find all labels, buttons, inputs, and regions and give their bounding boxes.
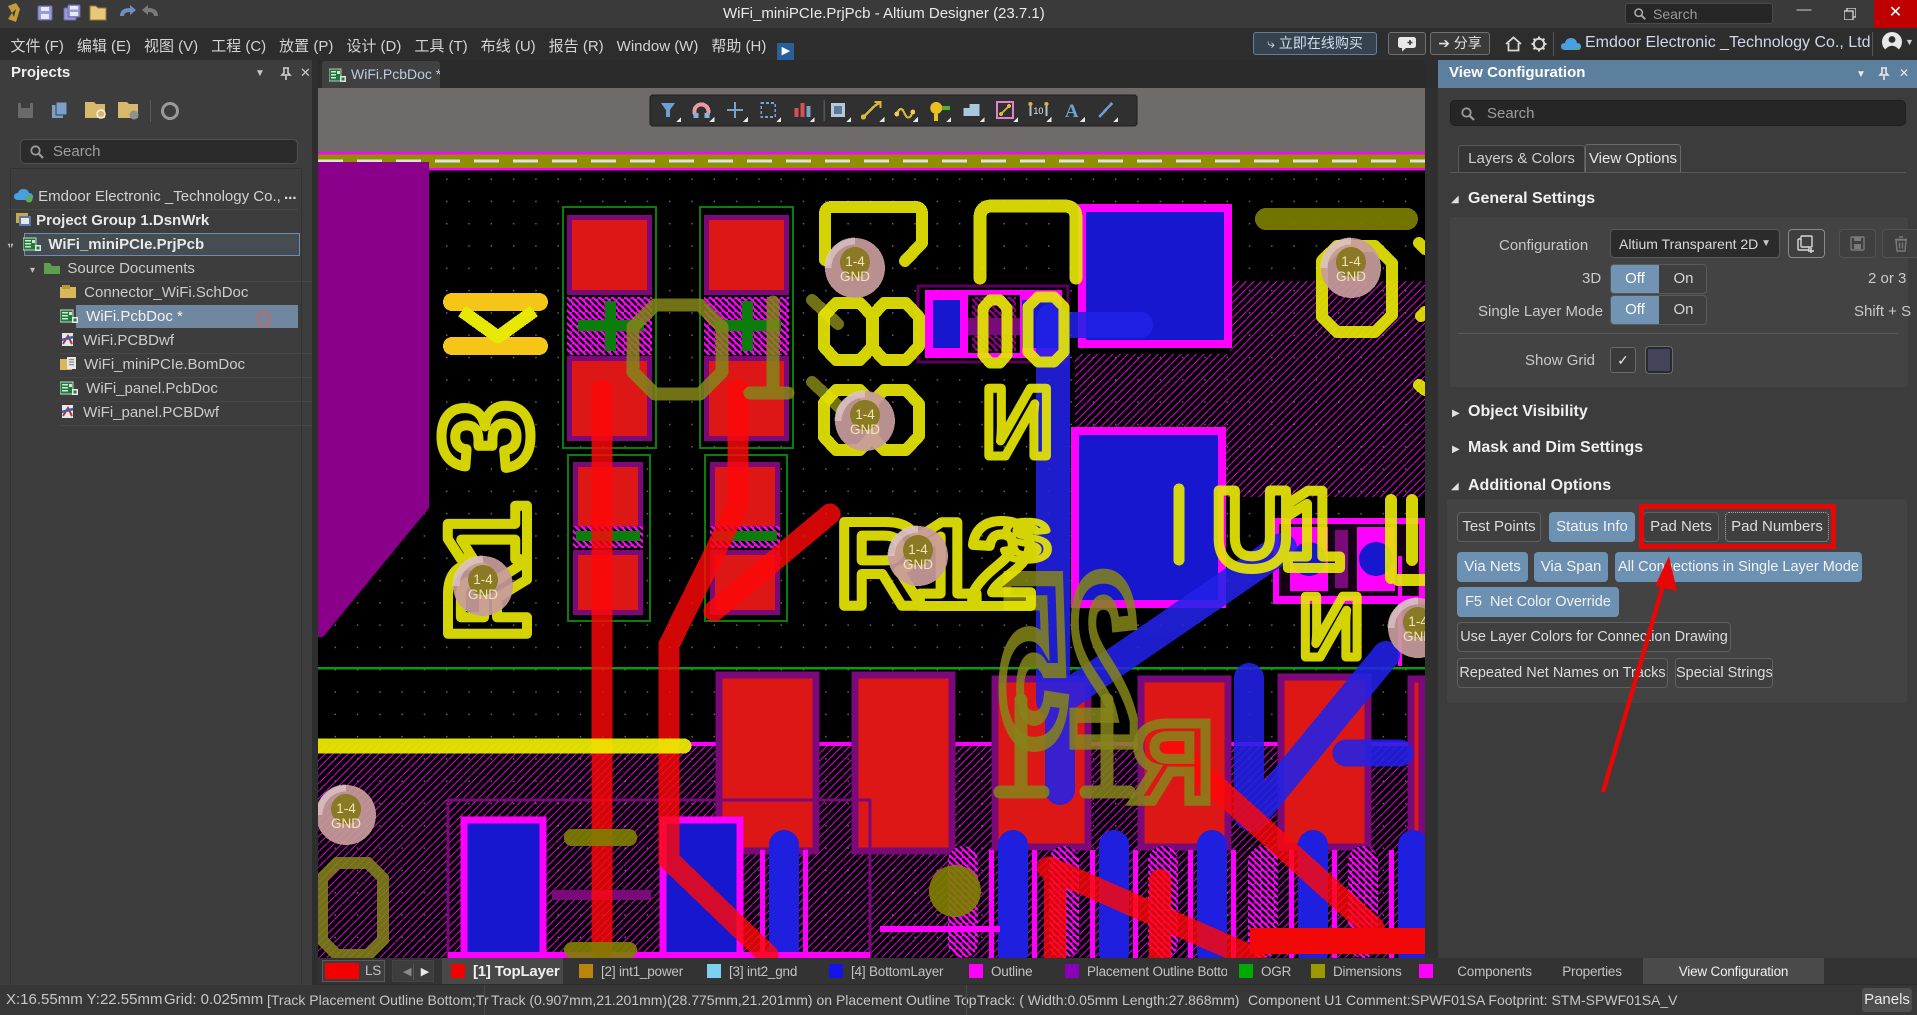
svg-text:GND: GND — [468, 587, 498, 602]
svg-text:GND: GND — [331, 816, 361, 831]
svg-text:S: S — [1002, 509, 1051, 572]
svg-text:1-4: 1-4 — [855, 407, 875, 422]
svg-text:N: N — [982, 367, 1053, 477]
svg-text:R: R — [1132, 700, 1213, 825]
svg-text:GND: GND — [903, 557, 933, 572]
svg-text:U1: U1 — [1212, 467, 1341, 592]
svg-text:GND: GND — [840, 269, 870, 284]
svg-text:GND: GND — [1336, 269, 1366, 284]
svg-text:N: N — [1299, 577, 1363, 676]
svg-text:1-4: 1-4 — [908, 542, 928, 557]
svg-text:GND: GND — [850, 422, 880, 437]
svg-text:1-4: 1-4 — [473, 572, 493, 587]
svg-text:GND: GND — [1403, 629, 1425, 644]
svg-text:1-4: 1-4 — [1341, 254, 1361, 269]
svg-text:1-4: 1-4 — [845, 254, 865, 269]
svg-text:1-4: 1-4 — [336, 801, 356, 816]
svg-text:3: 3 — [417, 401, 556, 471]
svg-text:1-4: 1-4 — [1408, 614, 1425, 629]
svg-text:A: A — [1065, 101, 1079, 122]
svg-text:10: 10 — [1033, 106, 1043, 116]
